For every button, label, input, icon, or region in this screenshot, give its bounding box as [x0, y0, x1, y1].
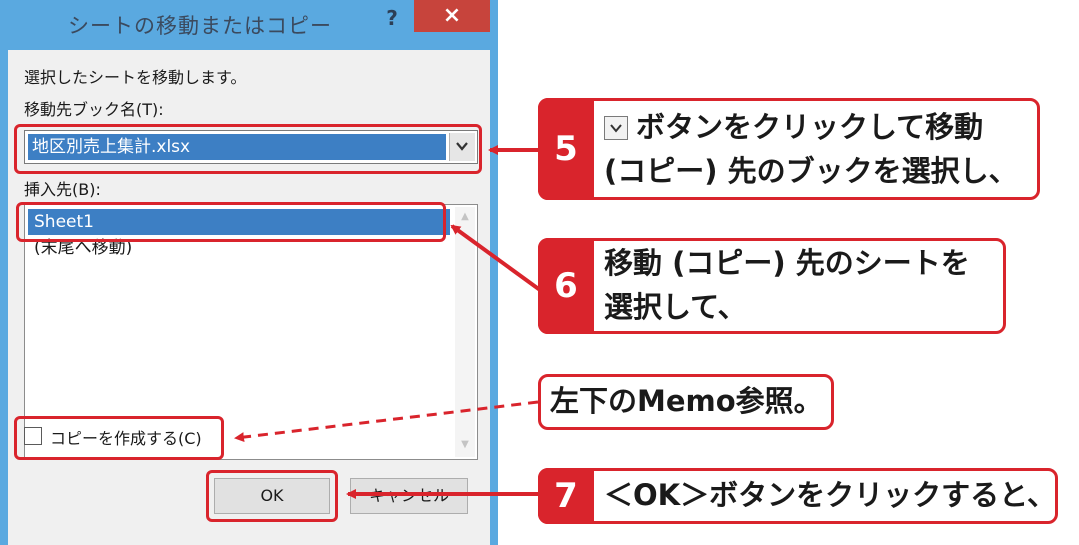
- dropdown-button-icon: [604, 116, 628, 140]
- callout-5-line2: (コピー) 先のブックを選択し、: [604, 154, 1018, 188]
- callout-6-number: 6: [538, 238, 594, 334]
- memo-text: 左下のMemo参照。: [550, 384, 823, 418]
- arrow-6: [450, 224, 542, 292]
- callout-5-number: 5: [538, 98, 594, 200]
- callout-6-line2: 選択して、: [604, 290, 747, 324]
- arrow-memo: [234, 400, 539, 443]
- callout-6-line1: 移動 (コピー) 先のシートを: [604, 246, 970, 280]
- callout-7-number: 7: [538, 468, 594, 524]
- callout-5-line1-text: ボタンをクリックして移動: [636, 110, 984, 144]
- callout-7-text: ＜OK＞ボタンをクリックすると、: [604, 478, 1056, 512]
- callout-5-line1: ボタンをクリックして移動: [604, 106, 983, 148]
